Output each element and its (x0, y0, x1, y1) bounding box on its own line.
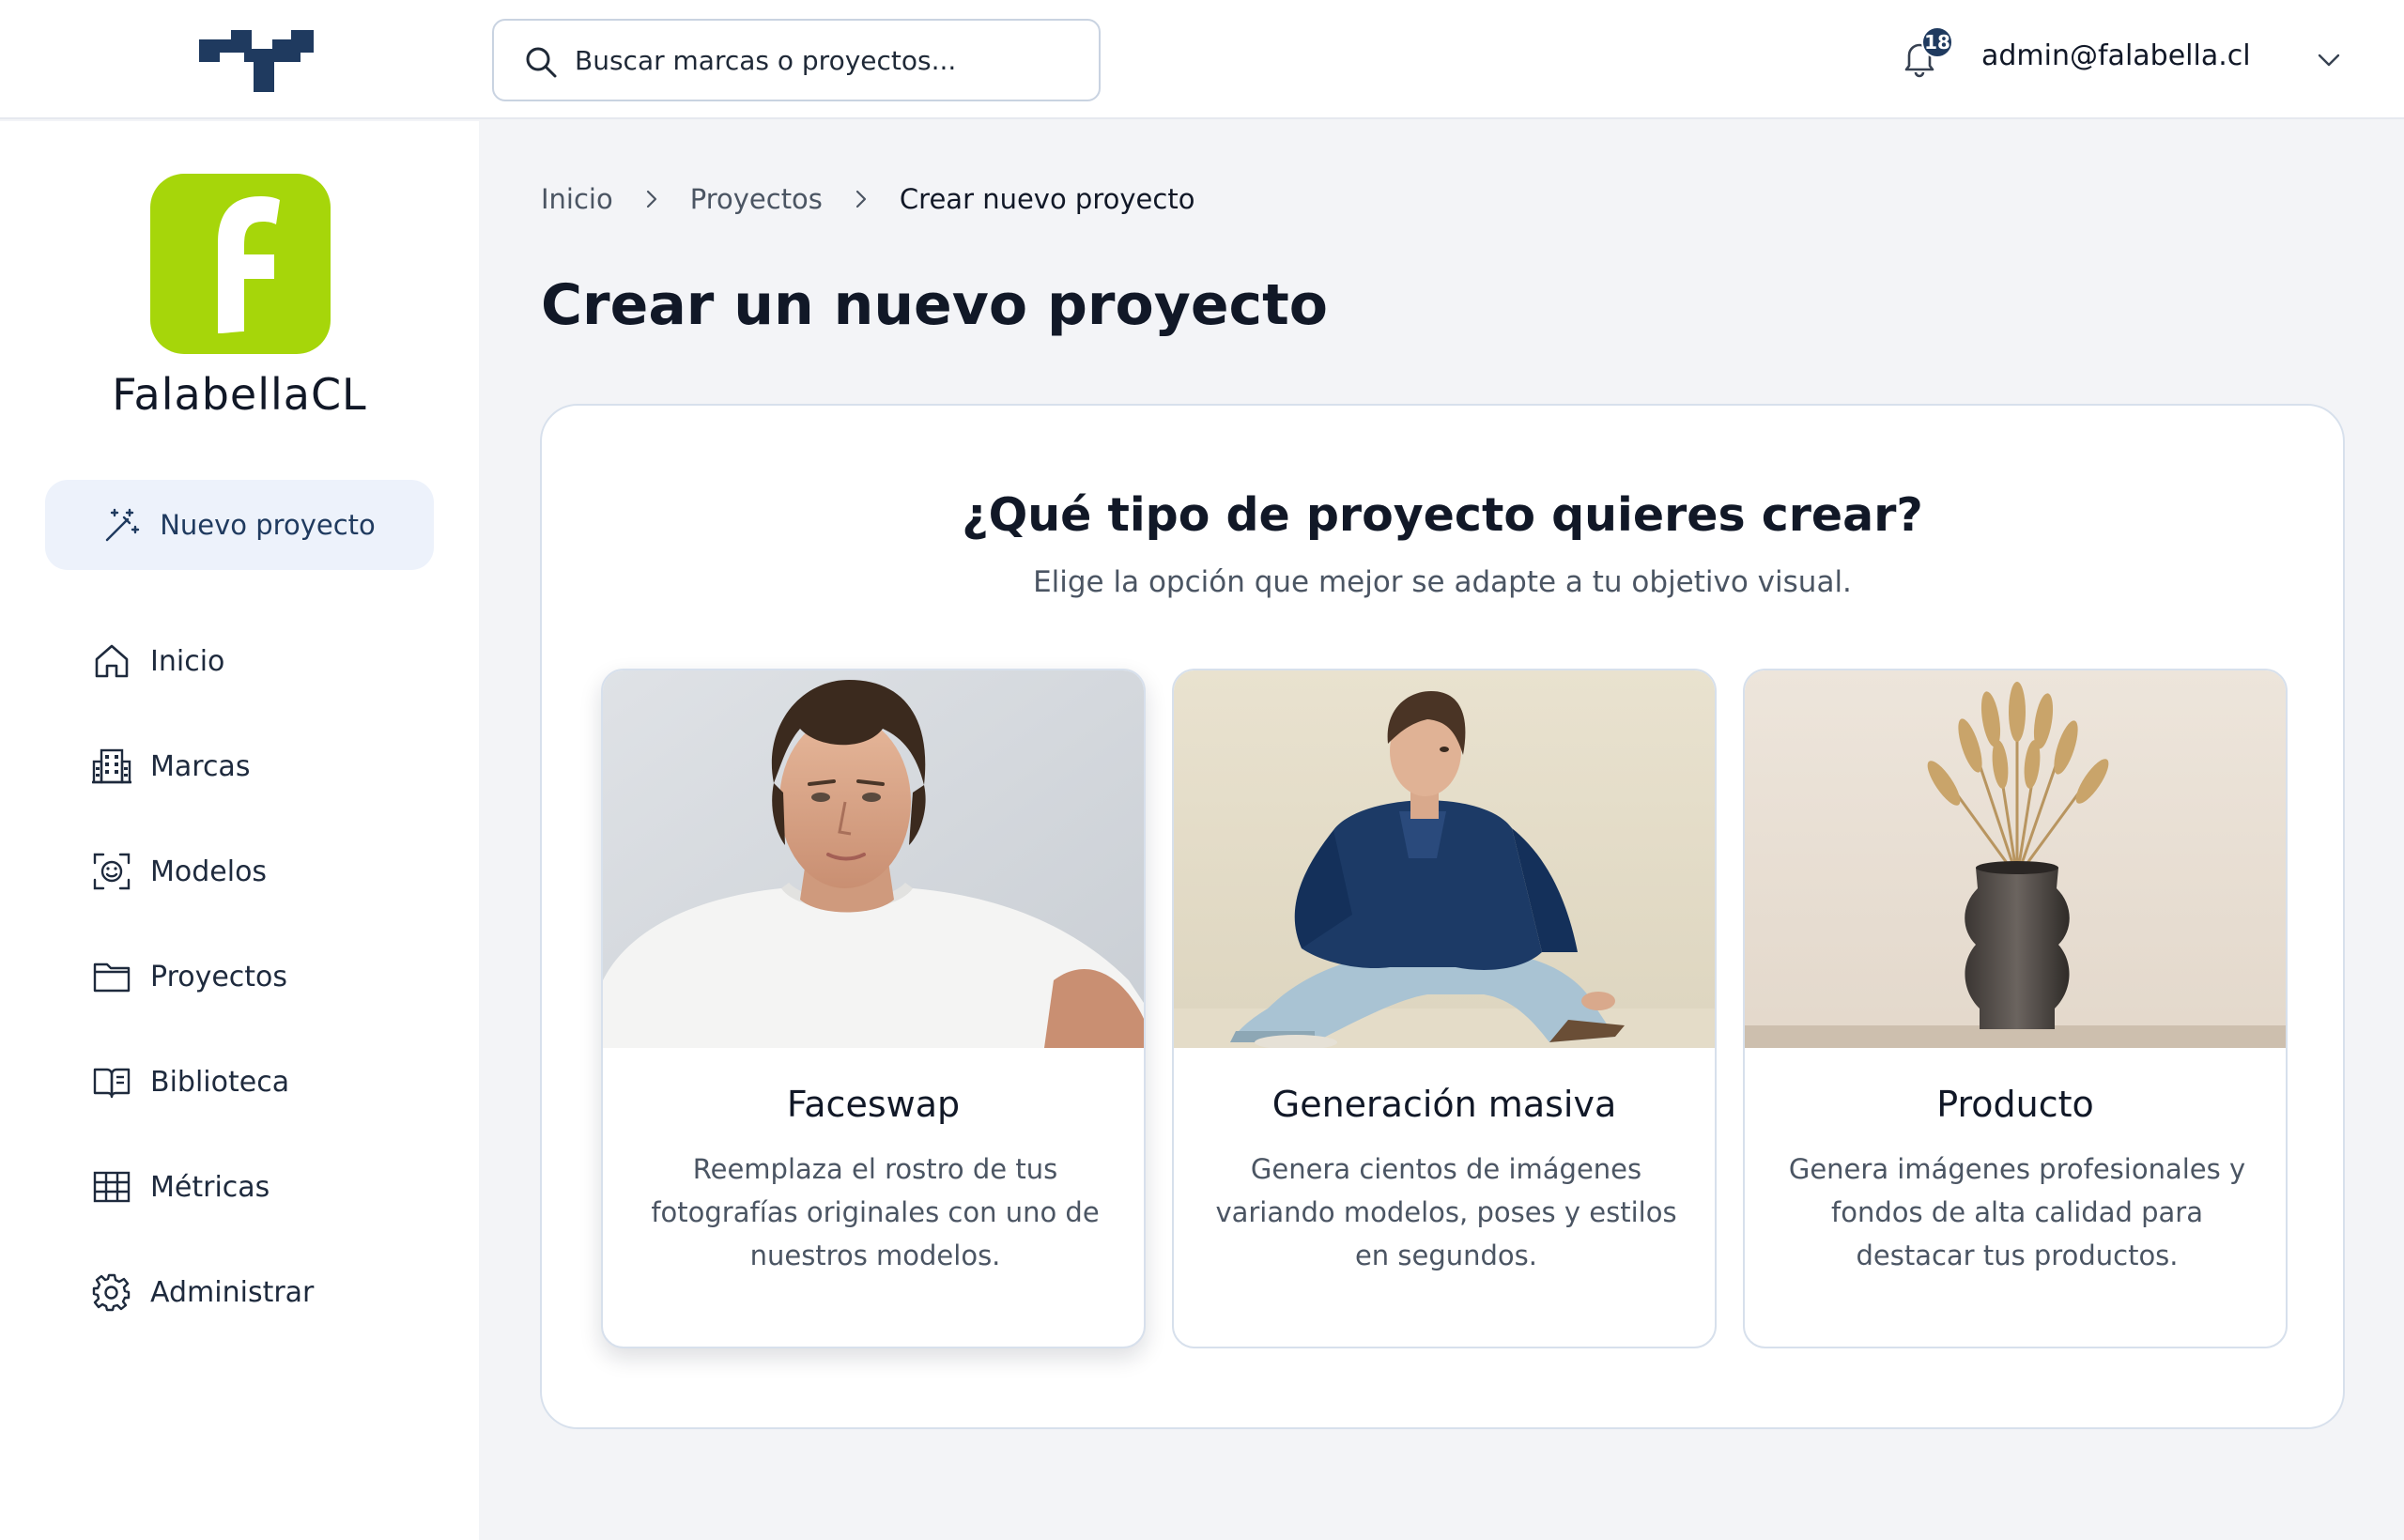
panel-subtitle: Elige la opción que mejor se adapte a tu… (1033, 565, 1852, 599)
sidebar-item-label: Marcas (150, 749, 251, 783)
chevron-down-icon[interactable] (2316, 47, 2342, 73)
magic-wand-icon (106, 508, 140, 542)
breadcrumb-inicio[interactable]: Inicio (541, 183, 613, 215)
sidebar-item-metricas[interactable]: Métricas (92, 1159, 449, 1215)
card-title: Producto (1936, 1084, 2094, 1125)
breadcrumb-current: Crear nuevo proyecto (899, 183, 1195, 215)
card-description: Genera cientos de imágenes variando mode… (1215, 1153, 1677, 1271)
sidebar-item-label: Inicio (150, 644, 225, 678)
generacion-masiva-image (1174, 670, 1715, 1048)
search-box[interactable] (492, 19, 1101, 101)
home-icon (95, 644, 129, 678)
sidebar: FalabellaCL Nuevo proyecto Inicio Marcas… (0, 121, 479, 1540)
brand-logo (150, 174, 331, 354)
sidebar-item-label: Proyectos (150, 960, 288, 993)
sidebar-item-modelos[interactable]: Modelos (92, 843, 449, 900)
top-bar: 18 admin@falabella.cl (0, 0, 2404, 119)
card-title: Faceswap (786, 1084, 961, 1125)
sidebar-item-label: Métricas (150, 1170, 270, 1204)
face-scan-icon (93, 853, 131, 890)
card-producto[interactable]: Producto Genera imágenes profesionales y… (1743, 669, 2288, 1348)
notification-badge: 18 (1921, 26, 1953, 58)
brand-logo-icon (218, 196, 280, 333)
chevron-right-icon (855, 190, 867, 208)
new-project-button[interactable]: Nuevo proyecto (45, 480, 434, 570)
breadcrumb: Inicio Proyectos Crear nuevo proyecto (541, 180, 1194, 218)
sidebar-item-label: Biblioteca (150, 1065, 290, 1099)
sidebar-item-biblioteca[interactable]: Biblioteca (92, 1054, 449, 1110)
building-icon (92, 748, 131, 784)
project-type-panel: ¿Qué tipo de proyecto quieres crear? Eli… (540, 404, 2345, 1429)
sidebar-item-label: Administrar (150, 1275, 315, 1309)
sidebar-item-label: Modelos (150, 855, 268, 888)
card-faceswap[interactable]: Faceswap Reemplaza el rostro de tus foto… (601, 669, 1146, 1348)
new-project-label: Nuevo proyecto (160, 509, 376, 541)
brand-name: FalabellaCL (112, 369, 367, 420)
chevron-right-icon (646, 190, 656, 208)
search-icon (526, 47, 557, 78)
card-title: Generación masiva (1271, 1084, 1617, 1125)
card-description: Genera imágenes profesionales y fondos d… (1788, 1153, 2246, 1271)
faceswap-image (603, 670, 1144, 1048)
sidebar-item-inicio[interactable]: Inicio (92, 633, 449, 689)
page-title: Crear un nuevo proyecto (541, 272, 1328, 338)
sidebar-item-proyectos[interactable]: Proyectos (92, 948, 449, 1005)
sidebar-item-marcas[interactable]: Marcas (92, 738, 449, 794)
folder-icon (93, 962, 131, 993)
table-icon (93, 1171, 131, 1203)
card-description: Reemplaza el rostro de tus fotografías o… (651, 1153, 1100, 1271)
sidebar-item-administrar[interactable]: Administrar (92, 1264, 449, 1320)
gear-icon (92, 1273, 131, 1312)
card-generacion-masiva[interactable]: Generación masiva Genera cientos de imág… (1172, 669, 1717, 1348)
book-icon (93, 1068, 131, 1099)
user-email[interactable]: admin@falabella.cl (1981, 39, 2251, 72)
search-input[interactable] (575, 21, 1082, 100)
app-logo-icon[interactable] (199, 30, 314, 92)
producto-image (1745, 670, 2286, 1048)
panel-question: ¿Qué tipo de proyecto quieres crear? (962, 488, 1923, 542)
breadcrumb-proyectos[interactable]: Proyectos (690, 183, 823, 215)
